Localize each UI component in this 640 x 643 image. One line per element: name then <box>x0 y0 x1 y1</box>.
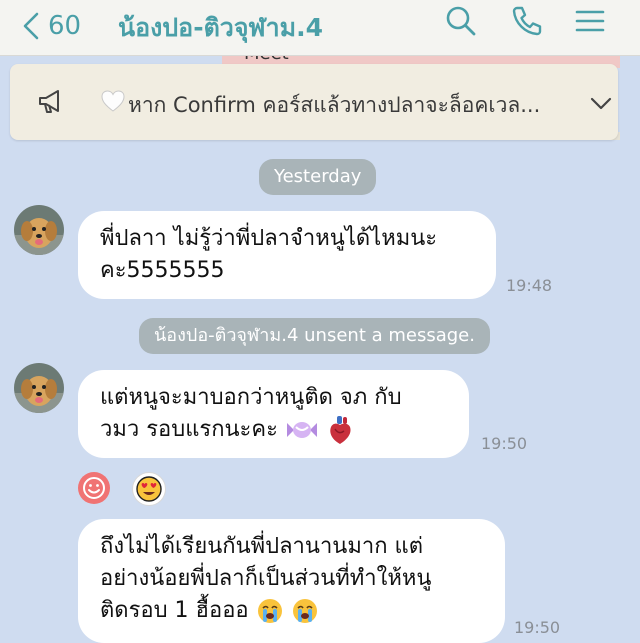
unread-count: 60 <box>48 11 82 41</box>
date-separator: Yesterday <box>259 159 377 195</box>
megaphone-icon <box>39 90 59 113</box>
message-bubble[interactable]: พี่ปลาา ไม่รู้ว่าพี่ปลาจำหนูได้ไหมนะ คะ5… <box>78 211 496 299</box>
search-icon <box>446 6 476 36</box>
hamburger-menu-icon <box>575 10 605 32</box>
heart-eyes-reaction[interactable] <box>132 472 166 506</box>
search-button[interactable] <box>444 4 478 38</box>
message-line: คะ5555555 <box>100 258 225 283</box>
puppy-avatar-icon <box>14 363 64 413</box>
pinned-announcement[interactable]: หาก Confirm คอร์สแล้วทางปลาจะล็อคเวล... <box>10 64 618 140</box>
message-line: ถึงไม่ได้เรียนกันพี่ปลานานมาก แต่ <box>100 534 423 559</box>
message-time: 19:48 <box>506 276 553 295</box>
chevron-left-icon <box>23 12 39 40</box>
message-time: 19:50 <box>481 434 528 453</box>
message-bubble[interactable]: ถึงไม่ได้เรียนกันพี่ปลานานมาก แต่ อย่างน… <box>78 519 505 643</box>
avatar[interactable] <box>14 205 64 255</box>
chat-title: น้องปอ-ติวจุฬาม.4 <box>118 13 323 42</box>
back-button[interactable]: 60 <box>22 6 81 46</box>
candy-emoji-icon <box>286 422 317 438</box>
pinned-text: หาก Confirm คอร์สแล้วทางปลาจะล็อคเวล... <box>128 93 541 117</box>
chevron-down-icon[interactable] <box>588 90 614 116</box>
message-line: อย่างน้อยพี่ปลาก็เป็นส่วนที่ทำให้หนู <box>100 566 432 591</box>
smile-reaction-button[interactable] <box>78 472 110 504</box>
heart-eyes-emoji-icon <box>136 476 162 502</box>
message-line: วมว รอบแรกนะคะ <box>100 417 278 442</box>
crying-emoji-icon <box>257 599 282 623</box>
anatomical-heart-emoji-icon <box>330 416 351 444</box>
message-line: พี่ปลาา ไม่รู้ว่าพี่ปลาจำหนูได้ไหมนะ <box>100 226 438 251</box>
phone-icon <box>512 6 542 36</box>
unsent-notice: น้องปอ-ติวจุฬาม.4 unsent a message. <box>139 318 490 354</box>
puppy-avatar-icon <box>14 205 64 255</box>
message-time: 19:50 <box>514 618 561 637</box>
white-heart-icon <box>101 90 125 112</box>
avatar[interactable] <box>14 363 64 413</box>
smile-icon <box>83 477 105 499</box>
crying-emoji-icon <box>292 599 317 623</box>
message-line: แต่หนูจะมาบอกว่าหนูติด จภ กับ <box>100 385 402 410</box>
call-button[interactable] <box>510 4 544 38</box>
message-line: ติดรอบ 1 ฮื้อออ <box>100 598 249 623</box>
message-bubble[interactable]: แต่หนูจะมาบอกว่าหนูติด จภ กับ วมว รอบแรก… <box>78 370 469 458</box>
menu-button[interactable] <box>573 4 607 38</box>
chat-header: 60 น้องปอ-ติวจุฬาม.4 <box>0 0 640 56</box>
